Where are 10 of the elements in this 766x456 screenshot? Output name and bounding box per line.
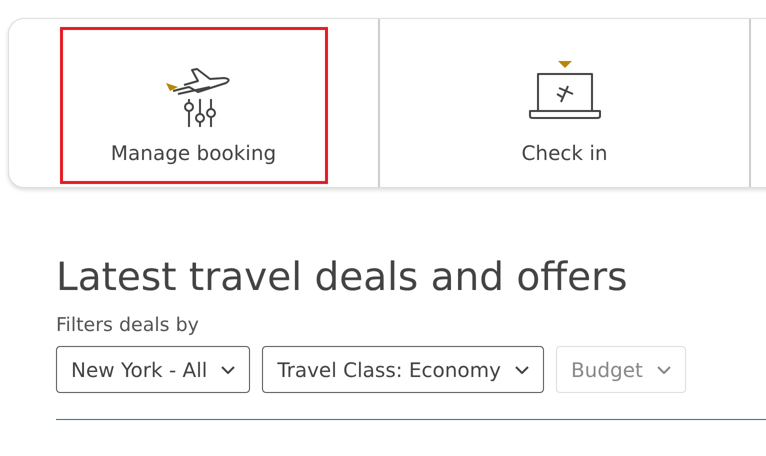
chevron-down-icon	[656, 366, 671, 374]
quick-link-tile[interactable]: Check in	[380, 19, 751, 187]
quick-link-tile[interactable]: Manage booking	[9, 19, 380, 187]
filters-label: Filters deals by	[56, 314, 200, 336]
chevron-down-icon	[221, 366, 236, 374]
filter-dropdown[interactable]: Travel Class: Economy	[262, 346, 544, 393]
section-heading: Latest travel deals and offers	[56, 254, 628, 302]
filter-dropdown[interactable]: New York - All	[56, 346, 250, 393]
chevron-down-icon	[514, 366, 529, 374]
highlight-frame: Manage booking	[60, 27, 328, 184]
